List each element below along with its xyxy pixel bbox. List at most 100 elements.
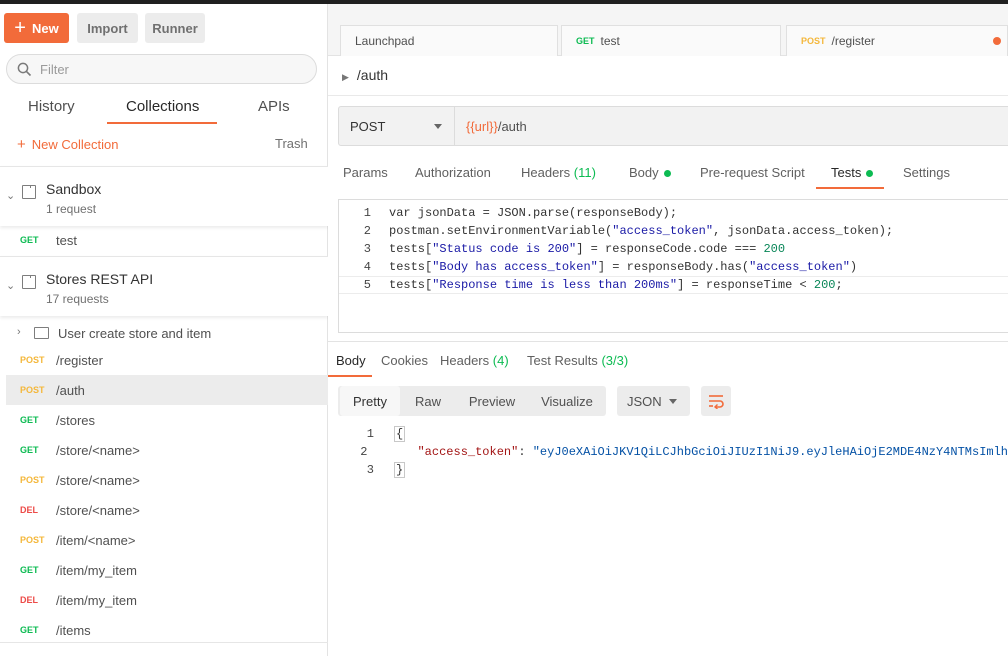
active-tab-indicator	[328, 375, 372, 377]
method-value: POST	[350, 118, 386, 134]
list-item[interactable]: POST /item/<name>	[6, 525, 328, 555]
code-string: "access_token"	[749, 260, 850, 274]
collection-count: 1 request	[46, 202, 97, 216]
line-number: 4	[363, 260, 371, 274]
list-item[interactable]: POST /auth	[6, 375, 328, 405]
list-item[interactable]: POST /store/<name>	[6, 465, 328, 495]
list-item[interactable]: GET /store/<name>	[6, 435, 328, 465]
tab-label: Body	[629, 165, 659, 180]
line-number: 3	[363, 242, 371, 256]
request-name: test	[56, 232, 77, 248]
line-number: 1	[366, 427, 374, 441]
caret-right-icon: ▶	[342, 72, 349, 82]
collection-stores-rest-api[interactable]: ⌄ Stores REST API 17 requests	[0, 256, 328, 316]
tab-test-results[interactable]: Test Results (3/3)	[527, 353, 628, 368]
code-line: 5 tests["Response time is less than 200m…	[339, 276, 1008, 294]
list-item[interactable]: GET test	[6, 225, 328, 255]
sidebar-tabs: History Collections APIs	[0, 94, 328, 126]
code-string: "Body has access_token"	[432, 260, 598, 274]
tab-launchpad[interactable]: Launchpad	[340, 25, 558, 56]
tab-label: test	[600, 34, 620, 48]
tab-get-test[interactable]: GET test	[561, 25, 781, 56]
tab-settings[interactable]: Settings	[903, 165, 950, 180]
runner-button[interactable]: Runner	[145, 13, 205, 43]
code-token: var jsonData = JSON.parse(responseBody);	[389, 206, 678, 220]
request-name: /item/<name>	[56, 532, 136, 548]
tab-body[interactable]: Body	[629, 165, 671, 180]
chevron-down-icon[interactable]: ⌄	[6, 189, 15, 202]
list-item[interactable]: DEL /store/<name>	[6, 495, 328, 525]
json-key: "access_token"	[417, 445, 519, 459]
method-badge: GET	[20, 625, 39, 635]
code-token: tests[	[389, 278, 433, 292]
method-badge: DEL	[20, 595, 38, 605]
tab-post-register[interactable]: POST /register	[786, 25, 1008, 56]
breadcrumb[interactable]: ▶ /auth	[342, 67, 388, 83]
collection-sandbox[interactable]: ⌄ Sandbox 1 request	[0, 166, 328, 226]
visualize-button[interactable]: Visualize	[530, 386, 604, 416]
import-button[interactable]: Import	[77, 13, 138, 43]
tab-prerequest-script[interactable]: Pre-request Script	[700, 165, 805, 180]
tab-apis[interactable]: APIs	[258, 98, 290, 115]
chevron-down-icon[interactable]: ⌄	[6, 279, 15, 292]
url-input[interactable]: {{url}}/auth	[466, 119, 527, 134]
list-item[interactable]: DEL /item/my_item	[6, 585, 328, 615]
new-button[interactable]: + New	[4, 13, 69, 43]
pretty-button[interactable]: Pretty	[340, 386, 400, 416]
method-select[interactable]: POST	[339, 107, 455, 145]
tab-headers[interactable]: Headers (11)	[521, 165, 596, 180]
method-badge: GET	[20, 415, 39, 425]
request-name: /item/my_item	[56, 562, 137, 578]
tab-cookies[interactable]: Cookies	[381, 353, 428, 368]
test-results-count: (3/3)	[601, 353, 629, 368]
wrap-icon	[709, 395, 724, 409]
code-text: postman.setEnvironmentVariable("access_t…	[389, 224, 893, 238]
code-token: ] = responseCode.code ===	[576, 242, 764, 256]
tab-tests[interactable]: Tests	[831, 165, 874, 180]
list-item[interactable]: GET /stores	[6, 405, 328, 435]
code-line: 4 tests["Body has access_token"] = respo…	[339, 258, 1008, 276]
wrap-lines-button[interactable]	[701, 386, 731, 416]
filter-input[interactable]	[40, 61, 300, 77]
json-separator: :	[518, 445, 533, 459]
code-text: tests["Response time is less than 200ms"…	[389, 278, 843, 292]
code-string: "access_token"	[612, 224, 714, 238]
new-collection-button[interactable]: + New Collection	[17, 136, 118, 153]
list-item[interactable]: GET /items	[6, 615, 328, 645]
tab-params[interactable]: Params	[343, 165, 388, 180]
list-item[interactable]: GET /item/my_item	[6, 555, 328, 585]
sidebar: + New Import Runner History Collections …	[0, 4, 328, 656]
code-token: ;	[835, 278, 843, 292]
method-badge: POST	[20, 535, 45, 545]
tab-label: Tests	[831, 165, 862, 180]
method-badge: GET	[20, 445, 39, 455]
tab-response-headers[interactable]: Headers (4)	[440, 353, 509, 368]
code-text: tests["Body has access_token"] = respons…	[389, 260, 857, 274]
trash-button[interactable]: Trash	[275, 136, 308, 151]
request-name: /items	[56, 622, 91, 638]
tab-label: Headers	[440, 353, 490, 368]
raw-button[interactable]: Raw	[402, 386, 454, 416]
tests-script-editor[interactable]: 1 var jsonData = JSON.parse(responseBody…	[338, 199, 1008, 333]
chevron-right-icon[interactable]: ›	[17, 326, 21, 338]
tab-collections[interactable]: Collections	[126, 98, 199, 115]
tab-authorization[interactable]: Authorization	[415, 165, 491, 180]
method-badge: POST	[20, 475, 45, 485]
collection-name: Stores REST API	[46, 271, 154, 287]
tab-history[interactable]: History	[28, 98, 75, 115]
tab-response-body[interactable]: Body	[336, 353, 366, 368]
method-badge: POST	[801, 36, 826, 46]
format-select[interactable]: JSON	[617, 386, 690, 416]
list-item[interactable]: POST /register	[6, 345, 328, 375]
code-string: "Status code is 200"	[432, 242, 577, 256]
request-name: /stores	[56, 412, 96, 428]
tab-label: /register	[831, 34, 875, 48]
unsaved-dot-icon	[993, 37, 1001, 45]
method-badge: GET	[576, 36, 595, 46]
divider	[328, 95, 1008, 96]
new-button-label: New	[31, 20, 59, 36]
preview-button[interactable]: Preview	[456, 386, 528, 416]
request-section-tabs: Params Authorization Headers (11) Body P…	[328, 156, 1008, 190]
folder-row[interactable]: › User create store and item	[0, 320, 328, 348]
request-title: /auth	[356, 67, 389, 83]
